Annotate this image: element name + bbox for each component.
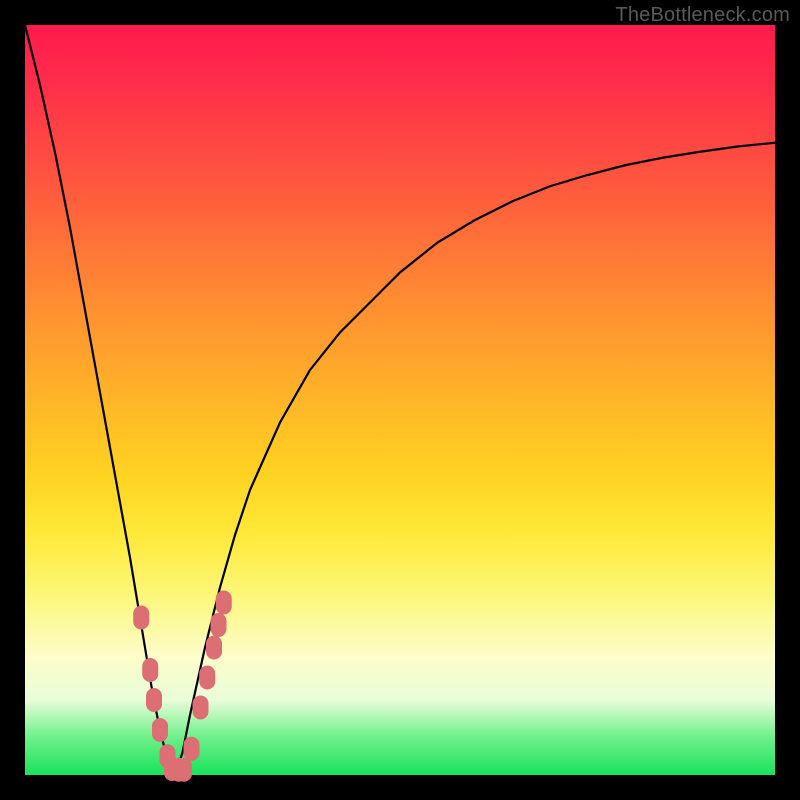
marker-point xyxy=(133,606,149,630)
marker-point xyxy=(152,718,168,742)
marker-point xyxy=(184,737,200,761)
marker-point xyxy=(176,758,192,782)
marker-point xyxy=(193,696,209,720)
curve-right xyxy=(175,143,775,775)
plot-area xyxy=(25,25,775,775)
marker-point xyxy=(211,613,227,637)
watermark-text: TheBottleneck.com xyxy=(615,4,790,27)
marker-point xyxy=(199,666,215,690)
chart-svg xyxy=(25,25,775,775)
marker-point xyxy=(142,658,158,682)
marker-point xyxy=(146,688,162,712)
chart-frame: TheBottleneck.com xyxy=(0,0,800,800)
marker-point xyxy=(206,636,222,660)
marker-point xyxy=(216,591,232,615)
